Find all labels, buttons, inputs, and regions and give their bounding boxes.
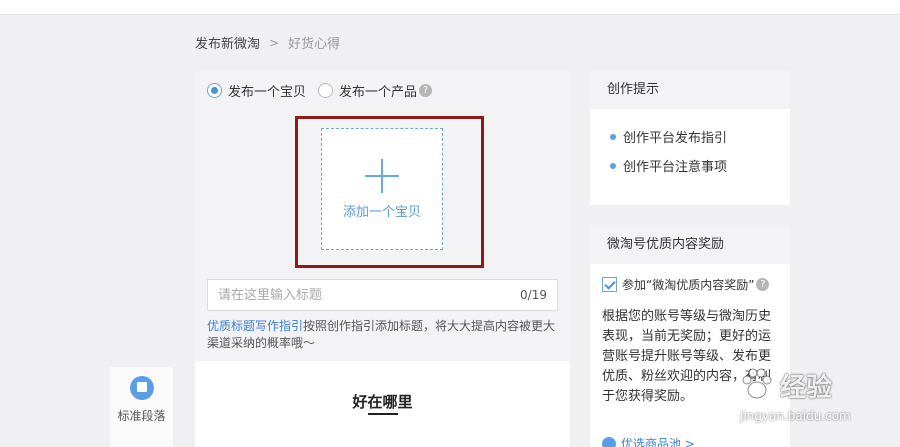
checkbox-checked-icon[interactable]	[602, 277, 617, 292]
title-char-counter: 0/19	[520, 288, 547, 302]
section-heading[interactable]: 好在哪里	[195, 391, 570, 412]
watermark-text: 经验	[780, 373, 833, 403]
reward-opt-in[interactable]: 参加“微淘优质内容奖励” ?	[602, 276, 770, 293]
breadcrumb-current: 好货心得	[288, 37, 341, 52]
plus-icon	[365, 158, 399, 193]
title-tip: 优质标题写作指引按照创作指引添加标题，将大大提高内容被更大渠道采纳的概率哦～	[207, 318, 562, 352]
radio-checked-icon[interactable]	[207, 83, 222, 98]
tool-standard-paragraph[interactable]: 标准段落	[110, 407, 173, 424]
editor-tool-panel: 标准段落	[110, 367, 173, 447]
top-bar	[0, 0, 900, 15]
paragraph-icon[interactable]	[130, 376, 154, 400]
bullet-icon	[610, 162, 616, 169]
product-pool-label[interactable]: 优选商品池 >	[621, 435, 695, 447]
publish-panel: 发布一个宝贝 发布一个产品 ? 添加一个宝贝 0/19 优质标题写作指引按照创作…	[195, 71, 570, 361]
publish-type-selector: 发布一个宝贝 发布一个产品 ?	[207, 81, 444, 100]
product-pool-link[interactable]: 优选商品池 >	[602, 435, 695, 447]
add-item-label: 添加一个宝贝	[342, 204, 421, 220]
radio-publish-product-label[interactable]: 发布一个产品	[339, 81, 417, 100]
reward-opt-in-label[interactable]: 参加“微淘优质内容奖励”	[622, 276, 754, 293]
creation-tips-card: 创作提示 创作平台发布指引 创作平台注意事项	[590, 71, 790, 205]
baidu-paw-icon	[742, 368, 772, 399]
breadcrumb: 发布新微淘 > 好货心得	[195, 33, 341, 53]
tips-link-guide[interactable]: 创作平台发布指引	[610, 127, 790, 146]
add-item-button[interactable]: 添加一个宝贝	[321, 128, 443, 250]
bullet-icon	[610, 133, 616, 140]
help-icon[interactable]: ?	[419, 84, 433, 97]
tips-link-guide-label[interactable]: 创作平台发布指引	[623, 127, 727, 146]
tips-link-notes-label[interactable]: 创作平台注意事项	[623, 156, 727, 175]
tips-link-notes[interactable]: 创作平台注意事项	[610, 156, 790, 175]
reward-card-title: 微淘号优质内容奖励	[590, 225, 790, 264]
radio-unchecked-icon[interactable]	[318, 83, 334, 98]
title-input[interactable]	[218, 287, 521, 303]
content-editor[interactable]: 好在哪里	[195, 361, 570, 447]
heading-underline	[368, 413, 398, 415]
radio-publish-product[interactable]: 发布一个产品 ?	[318, 81, 433, 100]
help-icon[interactable]: ?	[756, 278, 770, 291]
tips-list: 创作平台发布指引 创作平台注意事项	[590, 109, 790, 175]
title-field[interactable]: 0/19	[207, 279, 558, 311]
breadcrumb-separator-icon: >	[269, 35, 280, 50]
pool-icon	[602, 436, 616, 447]
radio-publish-item[interactable]: 发布一个宝贝	[207, 81, 306, 100]
watermark: 经验 jingyan.baidu.com	[738, 365, 898, 435]
title-guide-link[interactable]: 优质标题写作指引	[207, 319, 303, 333]
watermark-url: jingyan.baidu.com	[740, 409, 851, 423]
breadcrumb-root[interactable]: 发布新微淘	[195, 33, 260, 52]
tips-card-title: 创作提示	[590, 71, 790, 109]
radio-publish-item-label[interactable]: 发布一个宝贝	[228, 81, 306, 100]
